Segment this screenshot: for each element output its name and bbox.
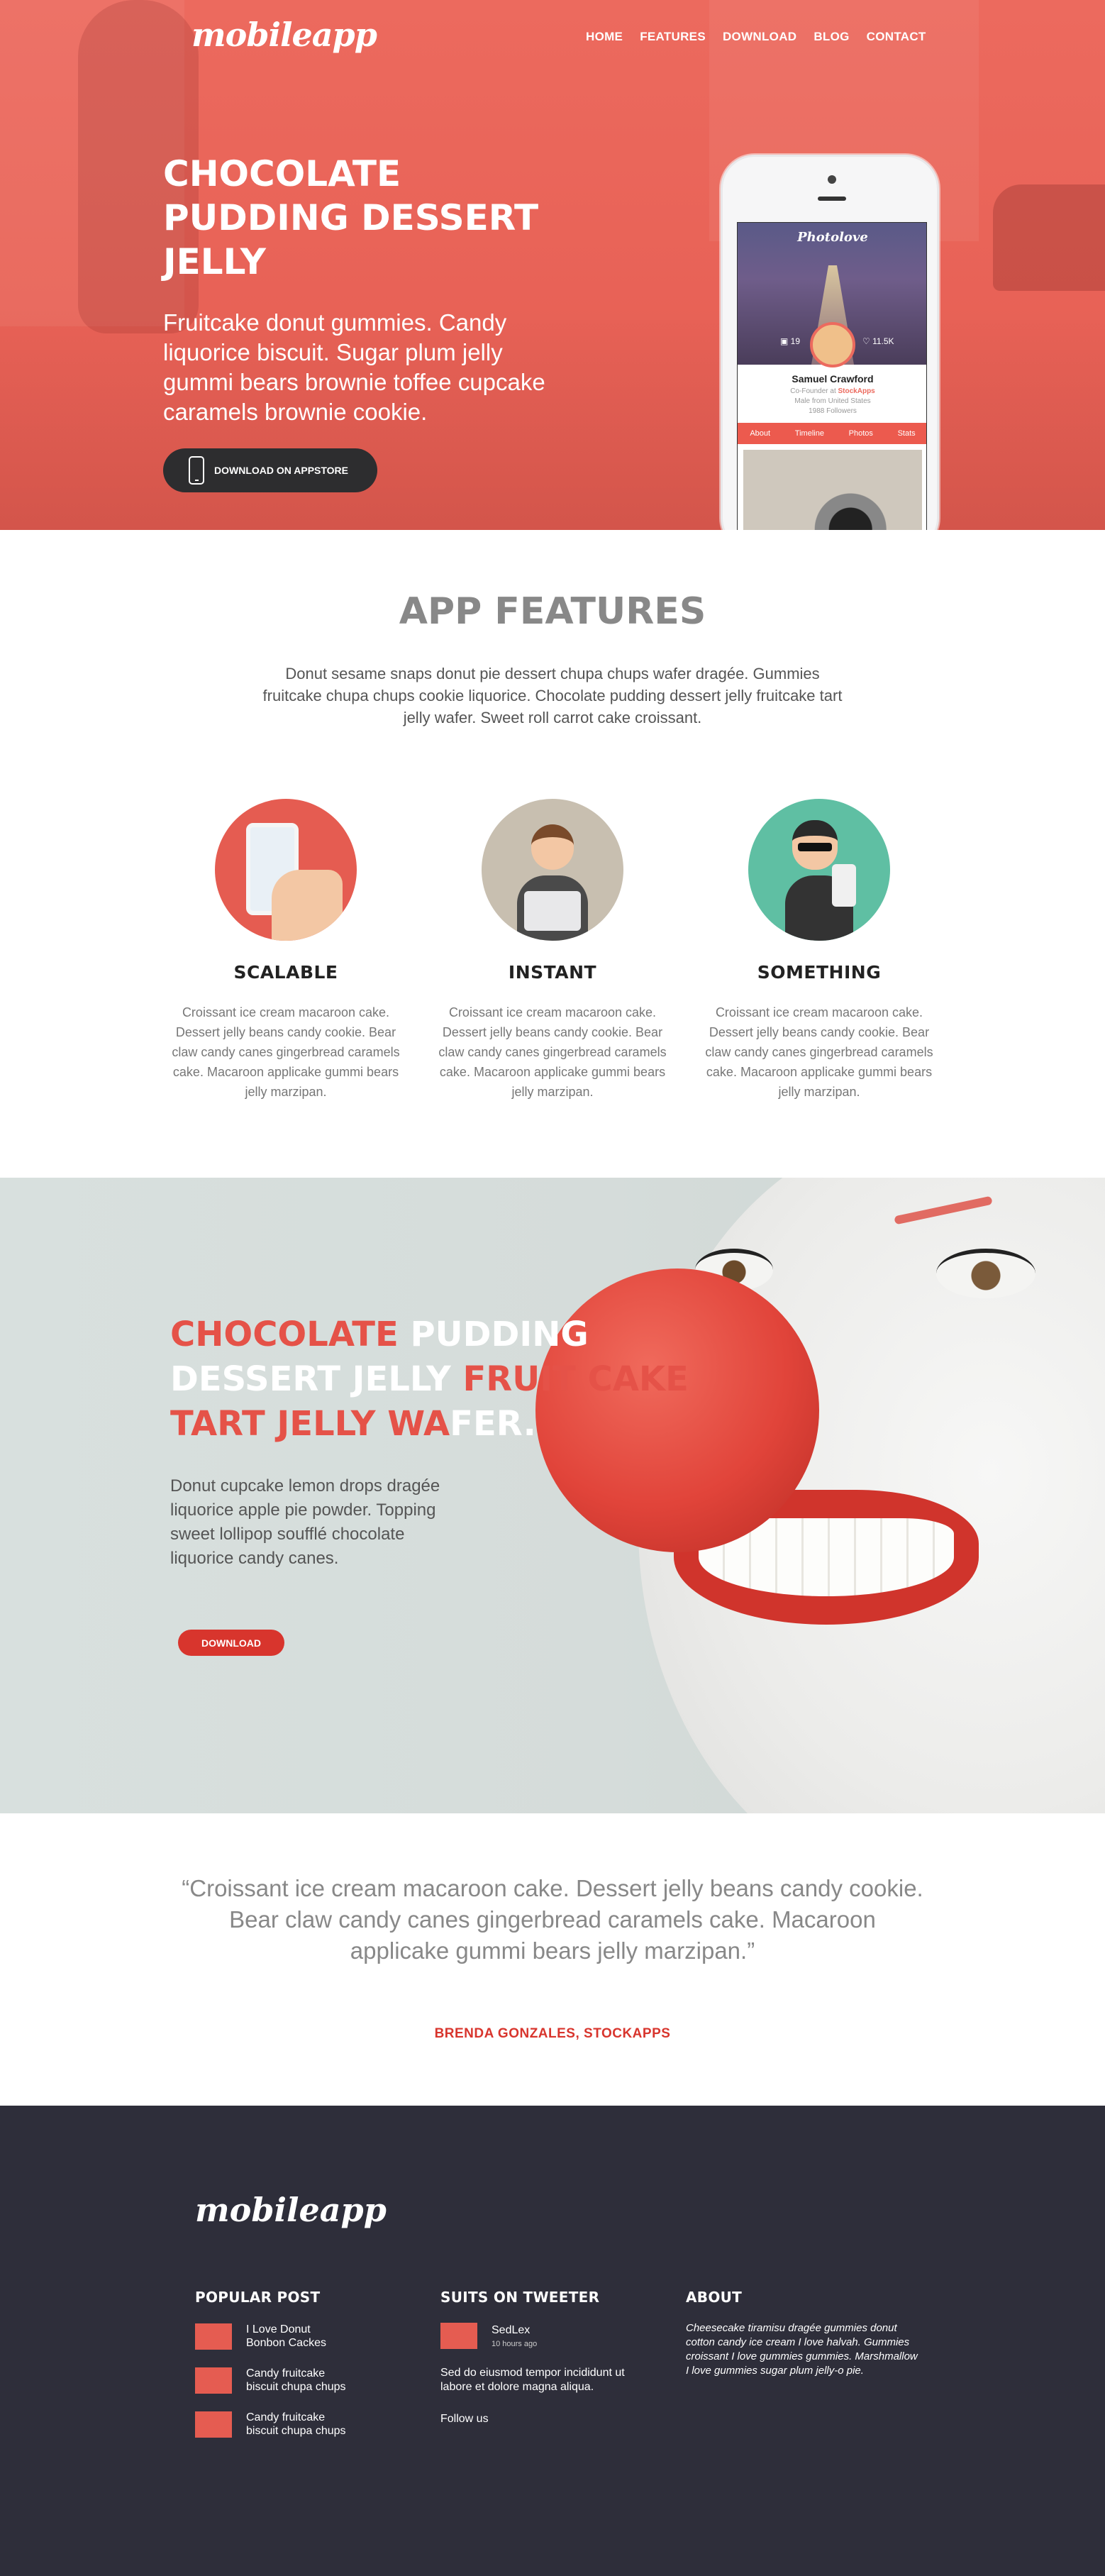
post-thumbnail <box>195 2323 232 2350</box>
footer-tweets: SUITS ON TWEETER SedLex 10 hours ago Sed… <box>440 2289 674 2426</box>
bg-car <box>993 184 1105 291</box>
nav-home[interactable]: HOME <box>586 30 623 44</box>
phone-camera <box>828 175 836 184</box>
site-footer: mobileapp POPULAR POST I Love Donut Bonb… <box>0 2106 1105 2576</box>
phone-mockup: Photolove ▣ 19 ♡ 11.5K Samuel Crawford C… <box>721 155 939 530</box>
feature-title: INSTANT <box>508 962 597 983</box>
appstore-button-label: DOWNLOAD ON APPSTORE <box>214 465 349 476</box>
nav-blog[interactable]: BLOG <box>814 30 849 44</box>
profile-tabbar: About Timeline Photos Stats <box>738 423 926 444</box>
phone-stat-photos: ▣ 19 <box>780 336 801 346</box>
main-nav: HOME FEATURES DOWNLOAD BLOG CONTACT <box>586 30 926 44</box>
promo-text: Donut cupcake lemon drops dragée liquori… <box>170 1476 440 1568</box>
features-title: APP FEATURES <box>399 590 706 633</box>
testimonial-author: BRENDA GONZALES, STOCKAPPS <box>434 2026 671 2041</box>
post-thumbnail <box>195 2367 232 2394</box>
phone-screen: Photolove ▣ 19 ♡ 11.5K Samuel Crawford C… <box>737 222 927 530</box>
nav-download[interactable]: DOWNLOAD <box>723 30 796 44</box>
footer-post[interactable]: I Love Donut Bonbon Cackes <box>195 2323 429 2350</box>
profile-name: Samuel Crawford <box>792 373 874 385</box>
footer-logo[interactable]: mobileapp <box>195 2191 387 2229</box>
feature-scalable: SCALABLE Croissant ice cream macaroon ca… <box>165 799 406 1102</box>
profile-avatar <box>810 322 855 367</box>
promo-title: CHOCOLATE PUDDING DESSERT JELLY FRUIT CA… <box>170 1315 689 1444</box>
feature-something: SOMETHING Croissant ice cream macaroon c… <box>699 799 940 1102</box>
hand-phone-icon <box>215 799 357 941</box>
profile-camera-photo <box>743 450 922 530</box>
phone-app-title: Photolove <box>797 230 868 245</box>
tweet-user[interactable]: SedLex <box>492 2324 537 2337</box>
tweet-text: Sed do eiusmod tempor incididunt ut labo… <box>440 2367 625 2393</box>
footer-popular-posts: POPULAR POST I Love Donut Bonbon Cackes … <box>195 2289 429 2438</box>
profile-tab-about[interactable]: About <box>750 429 770 438</box>
features-intro: Donut sesame snaps donut pie dessert chu… <box>262 665 843 726</box>
site-logo[interactable]: mobileapp <box>191 16 377 54</box>
feature-text: Croissant ice cream macaroon cake. Desse… <box>705 1005 933 1099</box>
laptop-person-icon <box>482 799 623 941</box>
feature-instant: INSTANT Croissant ice cream macaroon cak… <box>432 799 673 1102</box>
feature-text: Croissant ice cream macaroon cake. Desse… <box>172 1005 400 1099</box>
tweet-time: 10 hours ago <box>492 2339 538 2348</box>
appstore-download-button[interactable]: DOWNLOAD ON APPSTORE <box>163 448 377 492</box>
footer-about-title: ABOUT <box>686 2289 743 2306</box>
profile-tab-stats[interactable]: Stats <box>898 429 916 438</box>
thumbs-up-person-icon <box>748 799 890 941</box>
profile-tab-timeline[interactable]: Timeline <box>795 429 824 438</box>
hero-section: mobileapp HOME FEATURES DOWNLOAD BLOG CO… <box>0 0 1105 530</box>
post-thumbnail <box>195 2411 232 2438</box>
nav-features[interactable]: FEATURES <box>640 30 706 44</box>
promo-download-button[interactable]: DOWNLOAD <box>178 1630 284 1656</box>
tweet-avatar <box>440 2323 477 2349</box>
hero-subtitle: Fruitcake donut gummies. Candy liquorice… <box>163 309 545 425</box>
clown-eye-right <box>936 1249 1035 1298</box>
feature-title: SOMETHING <box>757 962 882 983</box>
follow-us-link[interactable]: Follow us <box>440 2413 674 2426</box>
hero-title: CHOCOLATE PUDDING DESSERT JELLY <box>163 153 539 282</box>
profile-followers: 1988 Followers <box>809 407 857 415</box>
footer-tweets-title: SUITS ON TWEETER <box>440 2289 600 2306</box>
footer-about-text: Cheesecake tiramisu dragée gummies donut… <box>686 2322 918 2377</box>
promo-section: CHOCOLATE PUDDING DESSERT JELLY FRUIT CA… <box>0 1178 1105 1813</box>
phone-stat-likes: ♡ 11.5K <box>862 336 894 346</box>
profile-tab-photos[interactable]: Photos <box>849 429 873 438</box>
feature-title: SCALABLE <box>233 962 338 983</box>
footer-about: ABOUT Cheesecake tiramisu dragée gummies… <box>686 2289 920 2378</box>
tweet-header: SedLex 10 hours ago <box>440 2323 674 2349</box>
footer-post[interactable]: Candy fruitcake biscuit chupa chups <box>195 2367 429 2394</box>
nav-contact[interactable]: CONTACT <box>867 30 926 44</box>
phone-speaker <box>818 197 846 201</box>
profile-location: Male from United States <box>794 397 871 405</box>
profile-role: Co-Founder at StockApps <box>790 387 875 395</box>
footer-post[interactable]: Candy fruitcake biscuit chupa chups <box>195 2411 429 2438</box>
feature-text: Croissant ice cream macaroon cake. Desse… <box>438 1005 667 1099</box>
phone-icon <box>189 456 204 485</box>
footer-popular-title: POPULAR POST <box>195 2289 321 2306</box>
testimonial-quote: “Croissant ice cream macaroon cake. Dess… <box>182 1875 923 1964</box>
